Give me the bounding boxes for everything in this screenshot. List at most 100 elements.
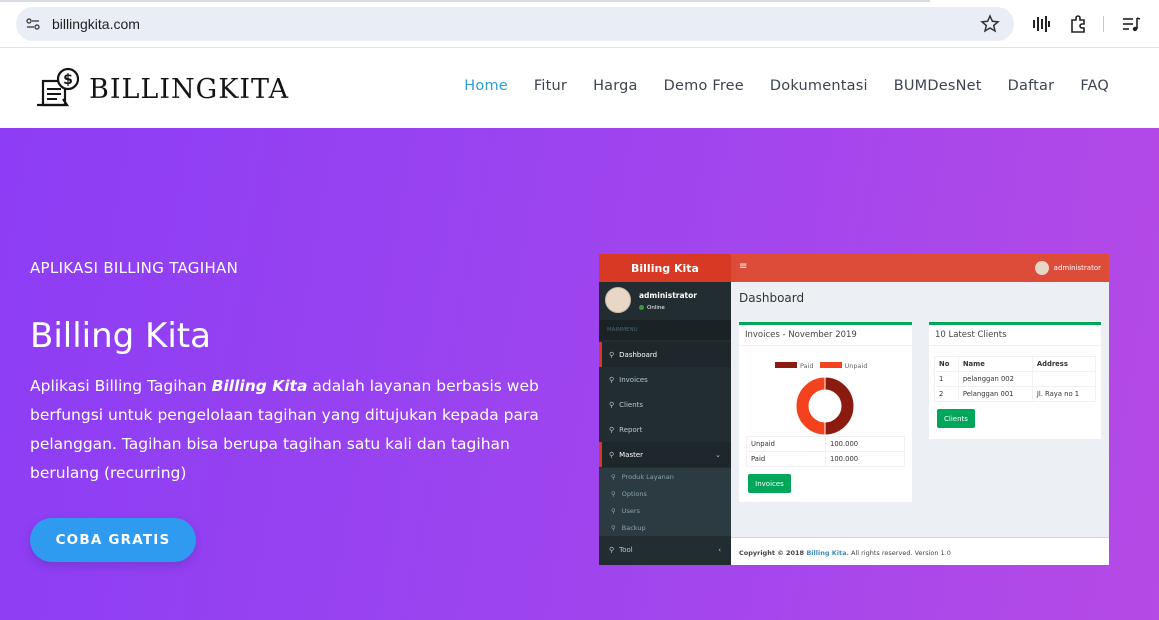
extensions-icon[interactable] [1068,14,1088,34]
invoices-box-title: Invoices - November 2019 [745,330,857,340]
link-icon: ⚲ [611,489,616,498]
reading-list-icon[interactable] [1121,14,1141,34]
donut-slice-paid [824,376,855,436]
dash-brand: Billing Kita [599,254,731,282]
nav-faq[interactable]: FAQ [1080,78,1109,94]
nav-home[interactable]: Home [464,78,508,94]
nav-demo-free[interactable]: Demo Free [664,78,744,94]
table-cell: 100.000 [825,436,905,452]
dash-menu-label: Invoices [619,375,648,384]
hamburger-icon: ≡ [739,261,748,272]
link-icon: ⚲ [611,506,616,515]
invoices-button: Invoices [748,474,791,493]
link-icon: ⚲ [609,545,615,554]
clients-button: Clients [937,409,975,428]
table-cell: pelanggan 002 [957,371,1033,387]
dash-menu-invoices: ⚲ Invoices [599,367,731,392]
dash-username: administrator [639,291,697,300]
topbar-avatar [1035,261,1049,275]
dash-menu-master: ⚲ Master ⌄ [599,442,731,467]
legend-item-unpaid: Unpaid [819,362,867,370]
footer-copyright: Copyright © 2018 [739,549,807,557]
latest-clients-box: 10 Latest Clients No Name Address 1 pelangg… [929,322,1101,439]
box-divider [929,345,1101,346]
invoices-box: Invoices - November 2019 Paid Unpaid Unp… [739,322,912,502]
footer-link: Billing Kita. [806,549,849,557]
table-cell [1031,371,1097,387]
table-cell: Unpaid [746,436,826,452]
nav-dokumentasi[interactable]: Dokumentasi [770,78,868,94]
hero-desc-intro: Aplikasi Billing Tagihan [30,377,212,395]
link-icon: ⚲ [609,350,615,359]
dashboard-screenshot: Billing Kita administrator Online MAINME… [599,254,1109,565]
address-bar[interactable]: billingkita.com [16,7,1014,41]
url-text[interactable]: billingkita.com [52,16,140,32]
dash-topbar: ≡ administrator [731,254,1109,282]
clients-table: No Name Address 1 pelanggan 002 2 Pelanggan … [934,356,1097,402]
dash-menu-clients: ⚲ Clients [599,392,731,417]
dash-page-title: Dashboard [739,291,805,305]
dash-user-status: Online [639,305,665,311]
dash-menu-dashboard: ⚲ Dashboard [599,342,731,367]
hero-description: Aplikasi Billing Tagihan Billing Kita ad… [30,372,550,488]
dash-submenu-item: ⚲ Options [599,485,731,502]
chart-legend: Paid Unpaid [775,362,867,370]
legend-swatch-unpaid [819,362,842,368]
svg-text:$: $ [63,72,73,88]
hero-eyebrow: APLIKASI BILLING TAGIHAN [30,259,239,277]
dash-submenu-label: Options [621,489,647,498]
table-row: Unpaid 100.000 [746,436,905,452]
chevron-left-icon: ‹ [718,545,721,554]
dash-menu-tool: ⚲ Tool ‹ [599,537,731,562]
table-row: 2 Pelanggan 001 Jl. Raya no 1 [934,386,1097,402]
table-cell: 1 [934,371,959,387]
site-logo[interactable]: $ BILLINGKITA [35,67,289,111]
dash-menu-report: ⚲ Report [599,417,731,442]
dash-submenu-label: Backup [621,523,646,532]
browser-toolbar: billingkita.com [0,0,1159,48]
legend-swatch-paid [775,362,797,368]
clients-box-title: 10 Latest Clients [935,330,1007,340]
link-icon: ⚲ [611,472,616,481]
dash-user-panel: administrator Online [599,282,731,320]
hero-title: Billing Kita [30,316,211,356]
bookmark-star-icon[interactable] [980,14,1000,34]
coba-gratis-button[interactable]: COBA GRATIS [30,518,196,562]
dash-menu-label: Master [619,450,644,459]
table-cell: 100.000 [825,451,905,467]
tab-strip-edge [0,0,930,2]
legend-label: Paid [800,362,814,370]
dash-status-text: Online [647,305,665,311]
column-header: No [934,356,959,372]
link-icon: ⚲ [609,425,615,434]
nav-harga[interactable]: Harga [593,78,638,94]
main-nav: Home Fitur Harga Demo Free Dokumentasi B… [464,78,1109,94]
link-icon: ⚲ [609,400,615,409]
dash-menu-header: MAINMENU [599,320,731,340]
link-icon: ⚲ [609,450,615,459]
nav-daftar[interactable]: Daftar [1008,78,1055,94]
table-header-row: No Name Address [934,356,1097,372]
dash-submenu-item: ⚲ Backup [599,519,731,536]
online-dot-icon [639,305,644,310]
dash-menu-label: Tool [619,545,633,554]
link-icon: ⚲ [609,375,615,384]
box-divider [739,345,912,346]
dash-submenu-label: Produk Layanan [621,472,674,481]
site-header: $ BILLINGKITA Home Fitur Harga Demo Free… [0,48,1159,128]
dash-submenu-label: Users [621,506,640,515]
nav-bumdesnet[interactable]: BUMDesNet [894,78,982,94]
dash-menu-label: Report [619,425,643,434]
invoices-summary-table: Unpaid 100.000 Paid 100.000 [746,436,905,467]
dash-submenu-item: ⚲ Users [599,502,731,519]
dash-footer: Copyright © 2018 Billing Kita. All right… [731,537,1109,565]
table-row: Paid 100.000 [746,451,905,467]
media-icon[interactable] [1031,14,1051,34]
column-header: Name [957,356,1033,372]
link-icon: ⚲ [611,523,616,532]
nav-fitur[interactable]: Fitur [534,78,567,94]
toolbar-separator [1103,16,1104,32]
site-info-icon[interactable] [25,16,41,32]
dash-menu-label: Dashboard [619,350,658,359]
topbar-username: administrator [1053,264,1101,272]
